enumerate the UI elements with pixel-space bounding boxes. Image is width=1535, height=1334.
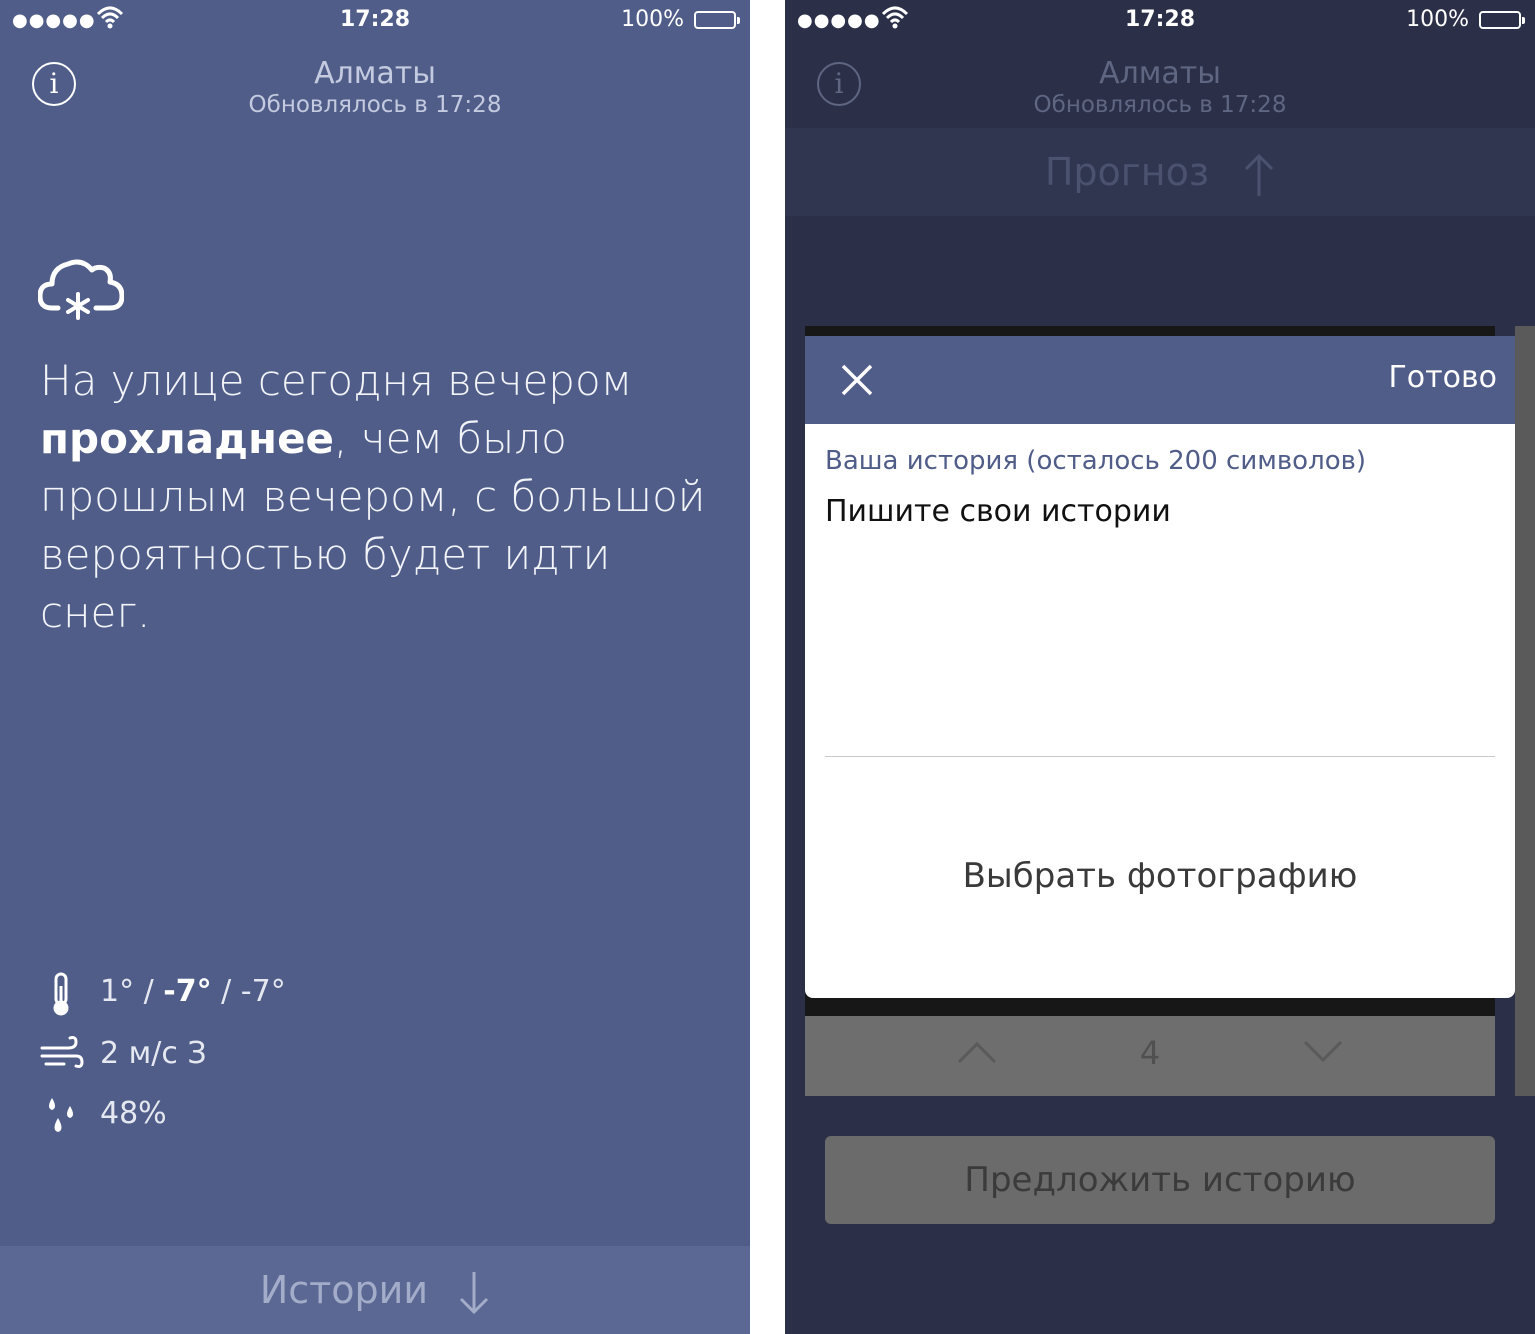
humidity-value: 48% <box>100 1096 167 1131</box>
next-story-card <box>1515 326 1535 1096</box>
temp-feels: / -7° <box>211 974 286 1009</box>
divider <box>825 756 1495 757</box>
wind-icon <box>40 1036 84 1068</box>
city-title: Алматы <box>1099 56 1221 91</box>
character-counter: Ваша история (осталось 200 символов) <box>825 446 1367 476</box>
forecast-part1: На улице сегодня вечером <box>40 356 633 405</box>
updated-time: Обновлялось в 17:28 <box>248 92 502 118</box>
forecast-tab[interactable]: Прогноз <box>785 128 1535 216</box>
modal-header: Готово <box>805 336 1515 424</box>
suggest-story-button[interactable]: Предложить историю <box>825 1136 1495 1224</box>
choose-photo-button[interactable]: Выбрать фотографию <box>805 856 1515 896</box>
arrow-up-icon <box>1245 153 1274 196</box>
status-bar-right: ●●●●● 17:28 100% <box>785 0 1535 40</box>
close-icon[interactable] <box>835 358 879 402</box>
battery-icon <box>694 11 740 29</box>
chevron-down-icon[interactable] <box>1303 1040 1343 1064</box>
temp-current: 1° / <box>100 974 164 1009</box>
story-pager: 4 <box>805 1016 1495 1096</box>
humidity-icon <box>49 1098 73 1132</box>
arrow-down-icon <box>460 1271 489 1314</box>
status-bar: ●●●●● 17:28 100% <box>0 0 750 40</box>
stories-label: Истории <box>259 1268 429 1312</box>
pager-number: 4 <box>1139 1034 1161 1072</box>
updated-time: Обновлялось в 17:28 <box>1033 92 1287 118</box>
story-input[interactable] <box>825 494 1495 694</box>
thermometer-icon <box>53 972 69 1016</box>
temp-min: -7° <box>163 974 212 1009</box>
wind-value: 2 м/с З <box>100 1036 207 1071</box>
weather-screen: ●●●●● 17:28 100% i Алматы Обновлялось в … <box>0 0 750 1334</box>
stories-tab[interactable]: Истории <box>0 1246 750 1334</box>
cloud-snow-icon <box>38 259 124 320</box>
battery-percent: 100% <box>1406 7 1469 32</box>
story-modal: Готово Ваша история (осталось 200 символ… <box>805 336 1515 998</box>
forecast-bold: прохладнее <box>40 414 335 463</box>
battery-icon <box>1479 11 1525 29</box>
done-button[interactable]: Готово <box>1388 360 1497 395</box>
story-screen: ●●●●● 17:28 100% i Алматы Обновлялось в … <box>785 0 1535 1334</box>
city-title: Алматы <box>314 56 436 91</box>
forecast-text: На улице сегодня вечером прохладнее, чем… <box>40 352 730 642</box>
forecast-label: Прогноз <box>1044 150 1210 194</box>
battery-percent: 100% <box>621 7 684 32</box>
